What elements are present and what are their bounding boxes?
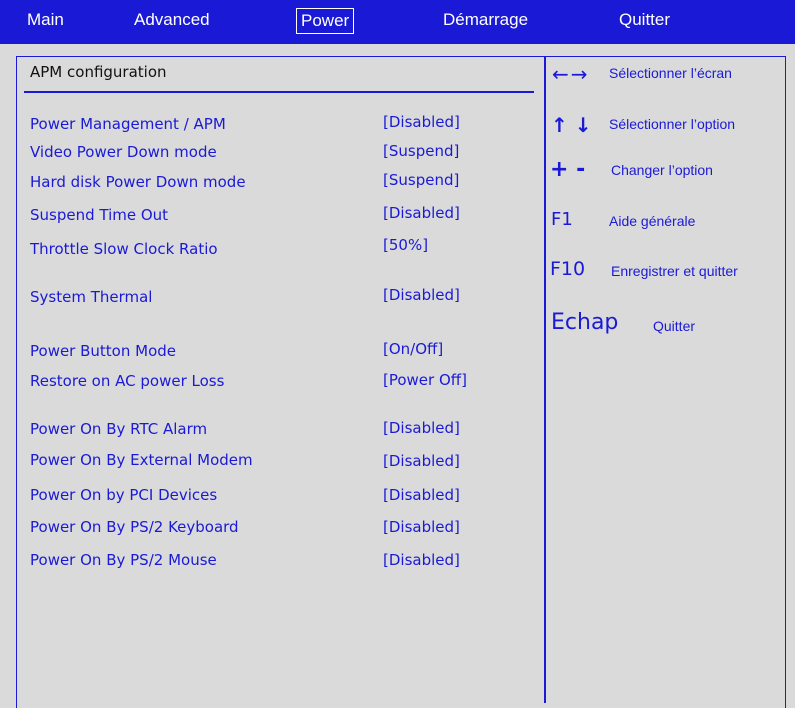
f1-key: F1 <box>551 209 573 230</box>
setting-label-power-on-ps2-mouse[interactable]: Power On By PS/2 Mouse <box>30 551 217 569</box>
setting-value-suspend-time-out[interactable]: [Disabled] <box>383 204 460 222</box>
setting-label-power-on-pci-devices[interactable]: Power On by PCI Devices <box>30 486 217 504</box>
setting-value-power-on-ps2-keyboard[interactable]: [Disabled] <box>383 518 460 536</box>
menu-main[interactable]: Main <box>27 0 64 44</box>
setting-value-power-on-ps2-mouse[interactable]: [Disabled] <box>383 551 460 569</box>
echap-key: Echap <box>551 310 619 335</box>
setting-label-power-on-rtc-alarm[interactable]: Power On By RTC Alarm <box>30 420 207 438</box>
setting-label-power-on-external-modem[interactable]: Power On By External Modem <box>30 451 253 469</box>
help-save-and-exit: Enregistrer et quitter <box>611 263 738 279</box>
menu-power[interactable]: Power <box>296 8 355 34</box>
help-divider <box>544 57 546 703</box>
help-select-option: Sélectionner l’option <box>609 116 736 132</box>
setting-label-hard-disk-power-down[interactable]: Hard disk Power Down mode <box>30 173 246 191</box>
setting-value-power-on-external-modem[interactable]: [Disabled] <box>383 452 460 470</box>
setting-label-suspend-time-out[interactable]: Suspend Time Out <box>30 206 168 224</box>
setting-value-video-power-down[interactable]: [Suspend] <box>383 142 459 160</box>
setting-value-power-on-pci-devices[interactable]: [Disabled] <box>383 486 460 504</box>
setting-value-system-thermal[interactable]: [Disabled] <box>383 286 460 304</box>
help-select-screen: Sélectionner l’écran <box>609 65 732 81</box>
setting-label-video-power-down[interactable]: Video Power Down mode <box>30 143 217 161</box>
setting-value-power-button-mode[interactable]: [On/Off] <box>383 340 443 358</box>
help-quit: Quitter <box>653 318 696 334</box>
up-down-arrows-icon: ↑ ↓ <box>551 113 592 137</box>
setting-label-system-thermal[interactable]: System Thermal <box>30 288 152 306</box>
plus-minus-keys: + - <box>550 157 586 182</box>
menu-demarrage[interactable]: Démarrage <box>443 0 528 44</box>
setting-label-throttle-slow-clock[interactable]: Throttle Slow Clock Ratio <box>30 240 218 258</box>
setting-label-restore-ac-power-loss[interactable]: Restore on AC power Loss <box>30 372 224 390</box>
menu-quitter[interactable]: Quitter <box>619 0 670 44</box>
section-title: APM configuration <box>30 63 167 81</box>
section-underline <box>24 91 534 93</box>
setting-value-hard-disk-power-down[interactable]: [Suspend] <box>383 171 459 189</box>
left-right-arrows-icon: ←→ <box>552 62 590 86</box>
help-general-aid: Aide générale <box>609 213 696 229</box>
f10-key: F10 <box>550 258 586 280</box>
setting-label-power-management[interactable]: Power Management / APM <box>30 115 226 133</box>
menu-bar: Main Advanced Power Démarrage Quitter <box>0 0 795 44</box>
setting-label-power-on-ps2-keyboard[interactable]: Power On By PS/2 Keyboard <box>30 518 239 536</box>
setting-value-restore-ac-power-loss[interactable]: [Power Off] <box>383 371 467 389</box>
setting-value-throttle-slow-clock[interactable]: [50%] <box>383 236 428 254</box>
menu-advanced[interactable]: Advanced <box>134 0 210 44</box>
setting-value-power-on-rtc-alarm[interactable]: [Disabled] <box>383 419 460 437</box>
help-change-option: Changer l’option <box>611 162 713 178</box>
setting-label-power-button-mode[interactable]: Power Button Mode <box>30 342 176 360</box>
setting-value-power-management[interactable]: [Disabled] <box>383 113 460 131</box>
